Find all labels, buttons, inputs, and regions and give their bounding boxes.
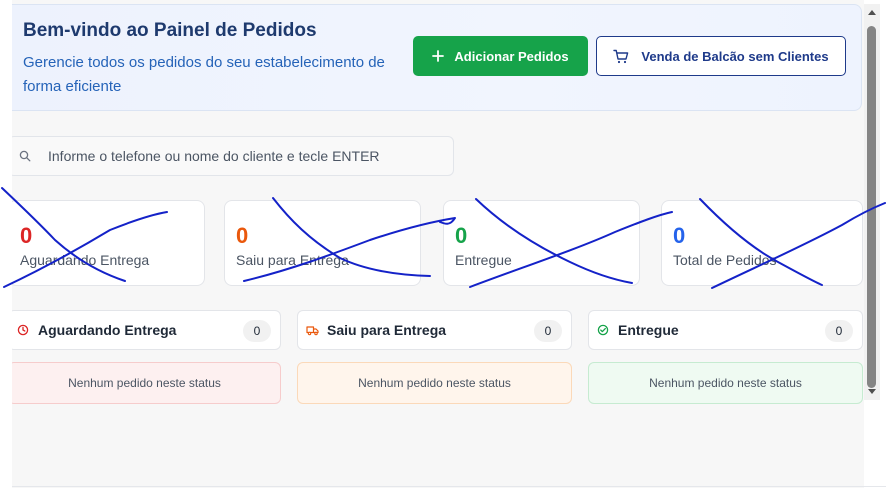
column-header-delivered: Entregue 0 [588, 310, 863, 350]
stat-card-awaiting: 0 Aguardando Entrega [12, 200, 205, 286]
plus-icon [432, 50, 445, 62]
stat-value-delivered: 0 [455, 223, 468, 248]
column-header-out-for-delivery: Saiu para Entrega 0 [297, 310, 572, 350]
column-title-delivered: Entregue [618, 322, 679, 338]
check-circle-icon [597, 324, 610, 337]
stat-label-delivered: Entregue [455, 252, 512, 268]
welcome-header: Bem-vindo ao Painel de Pedidos Gerencie … [12, 4, 862, 111]
column-count-delivered: 0 [825, 320, 853, 342]
search-input[interactable] [48, 148, 448, 164]
counter-sale-label: Venda de Balcão sem Clientes [641, 48, 829, 64]
column-empty-awaiting: Nenhum pedido neste status [12, 362, 281, 404]
shopping-cart-icon [613, 49, 629, 64]
customer-search [12, 136, 454, 176]
column-empty-delivered: Nenhum pedido neste status [588, 362, 863, 404]
stat-value-out-for-delivery: 0 [236, 223, 249, 248]
column-title-out-for-delivery: Saiu para Entrega [327, 322, 447, 338]
stat-card-out-for-delivery: 0 Saiu para Entrega [224, 200, 421, 286]
page-subtitle: Gerencie todos os pedidos do seu estabel… [23, 54, 385, 95]
search-icon [19, 149, 33, 163]
stat-card-total: 0 Total de Pedidos [661, 200, 863, 286]
scrollbar-thumb[interactable] [867, 26, 876, 388]
page-title: Bem-vindo ao Painel de Pedidos [23, 20, 317, 41]
stat-label-awaiting: Aguardando Entrega [20, 252, 150, 268]
column-count-out-for-delivery: 0 [534, 320, 562, 342]
add-orders-button[interactable]: Adicionar Pedidos [413, 36, 588, 76]
stat-label-total: Total de Pedidos [673, 252, 777, 268]
stat-label-out-for-delivery: Saiu para Entrega [236, 252, 349, 268]
column-title-awaiting: Aguardando Entrega [38, 322, 177, 338]
column-header-awaiting: Aguardando Entrega 0 [12, 310, 281, 350]
add-orders-label: Adicionar Pedidos [454, 48, 569, 64]
counter-sale-button[interactable]: Venda de Balcão sem Clientes [596, 36, 846, 76]
stat-value-awaiting: 0 [20, 223, 33, 248]
vertical-scrollbar[interactable] [864, 4, 880, 400]
stat-card-delivered: 0 Entregue [443, 200, 640, 286]
column-count-awaiting: 0 [243, 320, 271, 342]
column-empty-out-for-delivery: Nenhum pedido neste status [297, 362, 572, 404]
clock-icon [17, 324, 30, 337]
truck-icon [306, 324, 319, 337]
scroll-down-arrow-icon[interactable] [868, 389, 876, 394]
scroll-up-arrow-icon[interactable] [868, 10, 876, 15]
stat-value-total: 0 [673, 223, 686, 248]
orders-dashboard: Bem-vindo ao Painel de Pedidos Gerencie … [12, 0, 864, 488]
bottom-divider [12, 486, 886, 487]
